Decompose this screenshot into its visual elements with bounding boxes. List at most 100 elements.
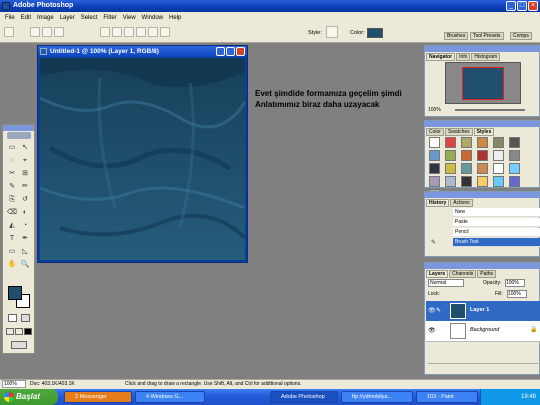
- maximize-icon[interactable]: □: [517, 1, 527, 11]
- jump-to-imageready-icon[interactable]: [11, 341, 27, 349]
- status-zoom[interactable]: 100%: [2, 380, 26, 388]
- tab-info[interactable]: Info: [456, 53, 471, 61]
- eye-icon[interactable]: 👁: [428, 327, 436, 334]
- tab-comps[interactable]: Comps: [510, 32, 532, 40]
- marquee-tool-icon[interactable]: ▭: [7, 143, 17, 152]
- layer-row-layer-1[interactable]: 👁 ✎ Layer 1: [426, 301, 540, 322]
- slice-tool-icon[interactable]: ⊞: [20, 169, 30, 178]
- style-swatch[interactable]: [445, 163, 456, 174]
- navigator-preview[interactable]: [445, 62, 521, 104]
- line-button[interactable]: [148, 27, 158, 37]
- minimize-icon[interactable]: _: [506, 1, 516, 11]
- style-swatch[interactable]: [493, 163, 504, 174]
- clone-tool-icon[interactable]: ⎘: [7, 195, 17, 204]
- gradient-tool-icon[interactable]: ◐: [20, 208, 30, 217]
- tab-actions[interactable]: Actions: [450, 199, 473, 207]
- custom-shape-button[interactable]: [160, 27, 170, 37]
- polygon-button[interactable]: [136, 27, 146, 37]
- ellipse-button[interactable]: [124, 27, 134, 37]
- navigator-view-box[interactable]: [462, 67, 504, 100]
- tab-tool-presets[interactable]: Tool Presets: [470, 32, 504, 40]
- screen-mode-standard-icon[interactable]: [6, 328, 14, 335]
- magic-wand-tool-icon[interactable]: ⌖: [20, 156, 30, 165]
- menu-help[interactable]: Help: [166, 15, 184, 21]
- tab-paths[interactable]: Paths: [477, 270, 497, 278]
- style-picker[interactable]: [326, 26, 338, 38]
- tab-histogram[interactable]: Histogram: [471, 53, 501, 61]
- style-swatch[interactable]: [429, 150, 440, 161]
- fill-pixels-button[interactable]: [54, 27, 64, 37]
- crop-tool-icon[interactable]: ✂: [7, 169, 17, 178]
- tab-swatches[interactable]: Swatches: [444, 128, 473, 136]
- opacity-field[interactable]: 100%: [505, 279, 525, 287]
- style-swatch[interactable]: [477, 137, 488, 148]
- taskbar-paint[interactable]: 103 - Paint: [416, 391, 478, 403]
- style-swatch[interactable]: [509, 137, 520, 148]
- style-swatch[interactable]: [509, 163, 520, 174]
- history-item-pencil[interactable]: Pencil: [453, 228, 540, 237]
- doc-minimize-icon[interactable]: [216, 47, 225, 56]
- taskbar-messenger[interactable]: 2 Messenger: [64, 391, 132, 403]
- style-swatch[interactable]: [477, 150, 488, 161]
- tab-brushes[interactable]: Brushes: [444, 32, 469, 40]
- style-swatch[interactable]: [461, 137, 472, 148]
- style-swatch[interactable]: [477, 176, 488, 187]
- history-item-new[interactable]: New: [453, 208, 540, 217]
- styles-panel-grip[interactable]: [425, 121, 539, 127]
- paths-button[interactable]: [42, 27, 52, 37]
- lasso-tool-icon[interactable]: ◌: [7, 156, 17, 165]
- adobe-online-icon[interactable]: [7, 132, 31, 139]
- close-icon[interactable]: ×: [528, 1, 538, 11]
- tab-color[interactable]: Color: [426, 128, 444, 136]
- eye-icon[interactable]: 👁: [428, 307, 436, 314]
- style-swatch[interactable]: [477, 163, 488, 174]
- doc-close-icon[interactable]: [236, 47, 245, 56]
- style-swatch[interactable]: [445, 176, 456, 187]
- taskbar-windows-group[interactable]: 4 Windows G...: [135, 391, 205, 403]
- layer-row-background[interactable]: 👁 Background 🔒: [426, 321, 540, 342]
- history-item-paste[interactable]: Paste: [453, 218, 540, 227]
- menu-window[interactable]: Window: [139, 15, 166, 21]
- style-swatch[interactable]: [429, 176, 440, 187]
- style-swatch[interactable]: [509, 176, 520, 187]
- menu-select[interactable]: Select: [78, 15, 101, 21]
- style-swatch[interactable]: [461, 163, 472, 174]
- doc-maximize-icon[interactable]: [226, 47, 235, 56]
- healing-tool-icon[interactable]: ✎: [7, 182, 17, 191]
- path-select-tool-icon[interactable]: ▭: [7, 247, 17, 256]
- history-panel-grip[interactable]: [425, 192, 539, 198]
- style-swatch[interactable]: [445, 137, 456, 148]
- fill-field[interactable]: 100%: [507, 290, 527, 298]
- navigator-zoom-slider[interactable]: [455, 109, 525, 111]
- tab-channels[interactable]: Channels: [449, 270, 477, 278]
- style-swatch[interactable]: [461, 176, 472, 187]
- move-tool-icon[interactable]: ↖: [20, 143, 30, 152]
- shape-tool-icon[interactable]: ◺: [20, 247, 30, 256]
- type-tool-icon[interactable]: T: [7, 234, 17, 243]
- style-swatch[interactable]: [429, 163, 440, 174]
- screen-mode-full-icon[interactable]: [24, 328, 32, 335]
- tab-navigator[interactable]: Navigator: [426, 53, 456, 61]
- style-swatch[interactable]: [445, 150, 456, 161]
- standard-mode-icon[interactable]: [8, 314, 17, 322]
- tab-styles[interactable]: Styles: [473, 128, 495, 136]
- style-swatch[interactable]: [429, 137, 440, 148]
- menu-file[interactable]: File: [2, 15, 18, 21]
- blur-tool-icon[interactable]: ◭: [7, 221, 17, 230]
- style-swatch[interactable]: [493, 150, 504, 161]
- foreground-color-swatch[interactable]: [8, 286, 22, 300]
- style-swatch[interactable]: [509, 150, 520, 161]
- tab-history[interactable]: History: [426, 199, 450, 207]
- navigator-zoom[interactable]: 100%: [428, 107, 441, 113]
- menu-layer[interactable]: Layer: [57, 15, 78, 21]
- navigator-panel-grip[interactable]: [425, 46, 539, 52]
- brush-tool-icon[interactable]: ✏: [20, 182, 30, 191]
- quick-mask-icon[interactable]: [21, 314, 30, 322]
- eraser-tool-icon[interactable]: ⌫: [7, 208, 17, 217]
- color-swatch[interactable]: [367, 28, 383, 38]
- toolbox-grip[interactable]: [3, 125, 34, 131]
- tab-layers[interactable]: Layers: [426, 270, 449, 278]
- tool-preset-picker[interactable]: [4, 27, 14, 37]
- style-swatch[interactable]: [493, 137, 504, 148]
- menu-view[interactable]: View: [120, 15, 139, 21]
